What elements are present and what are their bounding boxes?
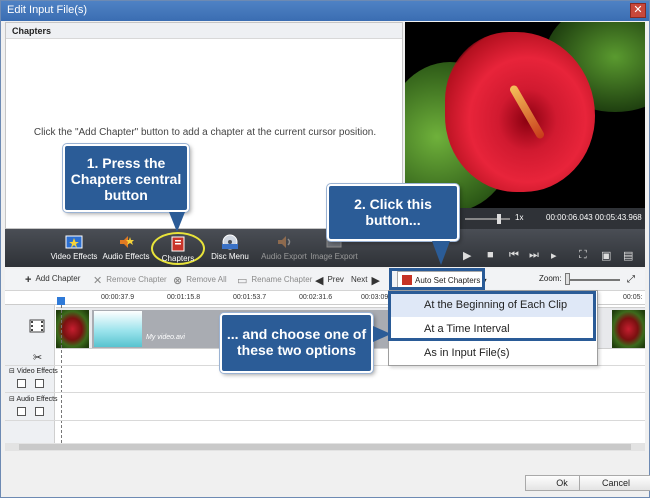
audio-effects-track-text: Audio Effects bbox=[16, 396, 58, 403]
prev-chapter-button[interactable]: ◀ Prev bbox=[315, 274, 344, 287]
plus-icon: + bbox=[25, 274, 32, 286]
timeline-cursor[interactable] bbox=[57, 297, 65, 305]
audio-export-icon bbox=[278, 236, 291, 248]
fx-icon[interactable] bbox=[35, 379, 44, 388]
ruler-tick: 00:01:53.7 bbox=[233, 294, 267, 301]
row-separator bbox=[5, 392, 645, 393]
chapters-icon bbox=[171, 236, 185, 252]
rename-icon: ▭ bbox=[237, 275, 248, 287]
playback-speed[interactable]: 1x bbox=[515, 213, 523, 222]
chapters-hint-text: Click the "Add Chapter" button to add a … bbox=[33, 127, 377, 138]
zoom-slider-knob[interactable] bbox=[565, 273, 570, 285]
video-effects-track-text: Video Effects bbox=[16, 368, 58, 375]
scissors-icon[interactable]: ✂ bbox=[33, 351, 42, 364]
close-button[interactable]: ✕ bbox=[630, 3, 646, 18]
add-chapter-label: Add Chapter bbox=[35, 274, 81, 283]
ruler-tick: 00:05: bbox=[623, 294, 643, 301]
rename-chapter-label: Rename Chapter bbox=[251, 275, 313, 284]
callout-step1: 1. Press the Chapters central button bbox=[63, 144, 189, 212]
chapters-button[interactable]: Chapters bbox=[151, 232, 205, 265]
audio-export-button[interactable]: Audio Export bbox=[257, 232, 311, 265]
scrollbar-thumb[interactable] bbox=[19, 444, 631, 450]
remove-all-icon: ⊗ bbox=[173, 275, 183, 287]
video-preview bbox=[405, 22, 645, 208]
audio-effects-track-label: ⊟ Audio Effects bbox=[9, 396, 58, 403]
speaker-icon[interactable] bbox=[17, 407, 26, 416]
cursor-line bbox=[61, 305, 62, 443]
audio-fx-icon[interactable] bbox=[35, 407, 44, 416]
disc-menu-icon bbox=[222, 234, 238, 250]
fit-to-window-icon[interactable]: ⤢ bbox=[627, 274, 635, 285]
zoom-slider[interactable] bbox=[565, 279, 620, 281]
next-chapter-button[interactable]: Next ▶ bbox=[351, 274, 384, 287]
prev-label: Prev bbox=[327, 275, 344, 284]
row-separator bbox=[5, 420, 645, 421]
callout-step3-arrow bbox=[373, 326, 391, 342]
auto-set-highlight-box bbox=[389, 268, 485, 290]
timeline-scrollbar[interactable] bbox=[5, 443, 645, 451]
film-strip-icon bbox=[29, 319, 45, 333]
current-time: 00:00:06.043 bbox=[546, 213, 593, 222]
title-bar: Edit Input File(s) ✕ bbox=[1, 1, 649, 21]
audio-export-label: Audio Export bbox=[261, 252, 307, 261]
x-icon: ✕ bbox=[93, 275, 103, 287]
volume-slider-knob[interactable] bbox=[497, 214, 501, 224]
ruler-tick: 00:00:37.9 bbox=[101, 294, 135, 301]
disc-menu-button[interactable]: Disc Menu bbox=[203, 232, 257, 265]
volume-slider[interactable] bbox=[465, 218, 510, 220]
snapshot-folder-icon[interactable]: ▤ bbox=[623, 249, 633, 262]
remove-all-button[interactable]: ⊗ Remove All bbox=[173, 274, 227, 287]
next-arrow-icon: ▶ bbox=[371, 275, 380, 287]
callout-step2: 2. Click this button... bbox=[327, 184, 459, 241]
option-as-in-input-files[interactable]: As in Input File(s) bbox=[390, 341, 596, 365]
video-effects-icon bbox=[65, 235, 83, 249]
video-effects-label: Video Effects bbox=[50, 252, 98, 261]
callout-step3: ... and choose one of these two options bbox=[220, 313, 373, 373]
play-icon[interactable]: ▶ bbox=[463, 249, 471, 262]
total-time: 00:05:43.968 bbox=[595, 213, 642, 222]
rename-chapter-button[interactable]: ▭ Rename Chapter bbox=[237, 274, 312, 287]
remove-chapter-button[interactable]: ✕ Remove Chapter bbox=[93, 274, 167, 287]
image-export-label: Image Export bbox=[310, 252, 358, 261]
frame-step-icon[interactable]: ▸ bbox=[551, 249, 557, 262]
window-title: Edit Input File(s) bbox=[7, 4, 88, 16]
chapters-panel-header: Chapters bbox=[6, 23, 402, 39]
remove-all-label: Remove All bbox=[186, 275, 227, 284]
disc-menu-label: Disc Menu bbox=[211, 252, 249, 261]
clip-end-thumbnail bbox=[612, 310, 645, 348]
ruler-tick: 00:03:09 bbox=[361, 294, 389, 301]
options-highlight-box bbox=[388, 291, 596, 341]
add-chapter-button[interactable]: + Add Chapter bbox=[25, 274, 80, 286]
zoom-label: Zoom: bbox=[539, 274, 562, 283]
snapshot-icon[interactable]: ▣ bbox=[601, 249, 611, 262]
audio-effects-label: Audio Effects bbox=[102, 252, 150, 261]
chapter-toolbar: + Add Chapter ✕ Remove Chapter ⊗ Remove All… bbox=[5, 269, 645, 291]
edit-input-window: Edit Input File(s) ✕ Chapters Click the … bbox=[0, 0, 650, 498]
eye-icon[interactable] bbox=[17, 379, 26, 388]
video-effects-track-label: ⊟ Video Effects bbox=[9, 368, 58, 375]
next-label: Next bbox=[351, 275, 368, 284]
chapters-label: Chapters bbox=[161, 254, 195, 263]
prev-frame-icon[interactable]: ⏮ bbox=[509, 249, 519, 262]
audio-effects-icon bbox=[120, 236, 134, 248]
stop-icon[interactable]: ■ bbox=[487, 249, 494, 261]
prev-arrow-icon: ◀ bbox=[315, 275, 324, 287]
ruler-tick: 00:02:31.6 bbox=[299, 294, 333, 301]
audio-effects-button[interactable]: Audio Effects bbox=[99, 232, 153, 265]
callout-step1-arrow bbox=[169, 212, 185, 232]
ruler-tick: 00:01:15.8 bbox=[167, 294, 201, 301]
callout-step2-arrow bbox=[432, 241, 450, 265]
remove-chapter-label: Remove Chapter bbox=[106, 275, 167, 284]
clip-label: My video.avi bbox=[146, 334, 185, 341]
clip-thumbnail bbox=[94, 311, 142, 347]
video-effects-button[interactable]: Video Effects bbox=[47, 232, 101, 265]
fullscreen-icon[interactable]: ⛶ bbox=[579, 249, 587, 262]
next-frame-icon[interactable]: ⏭ bbox=[529, 249, 539, 262]
cancel-button[interactable]: Cancel bbox=[579, 475, 650, 491]
